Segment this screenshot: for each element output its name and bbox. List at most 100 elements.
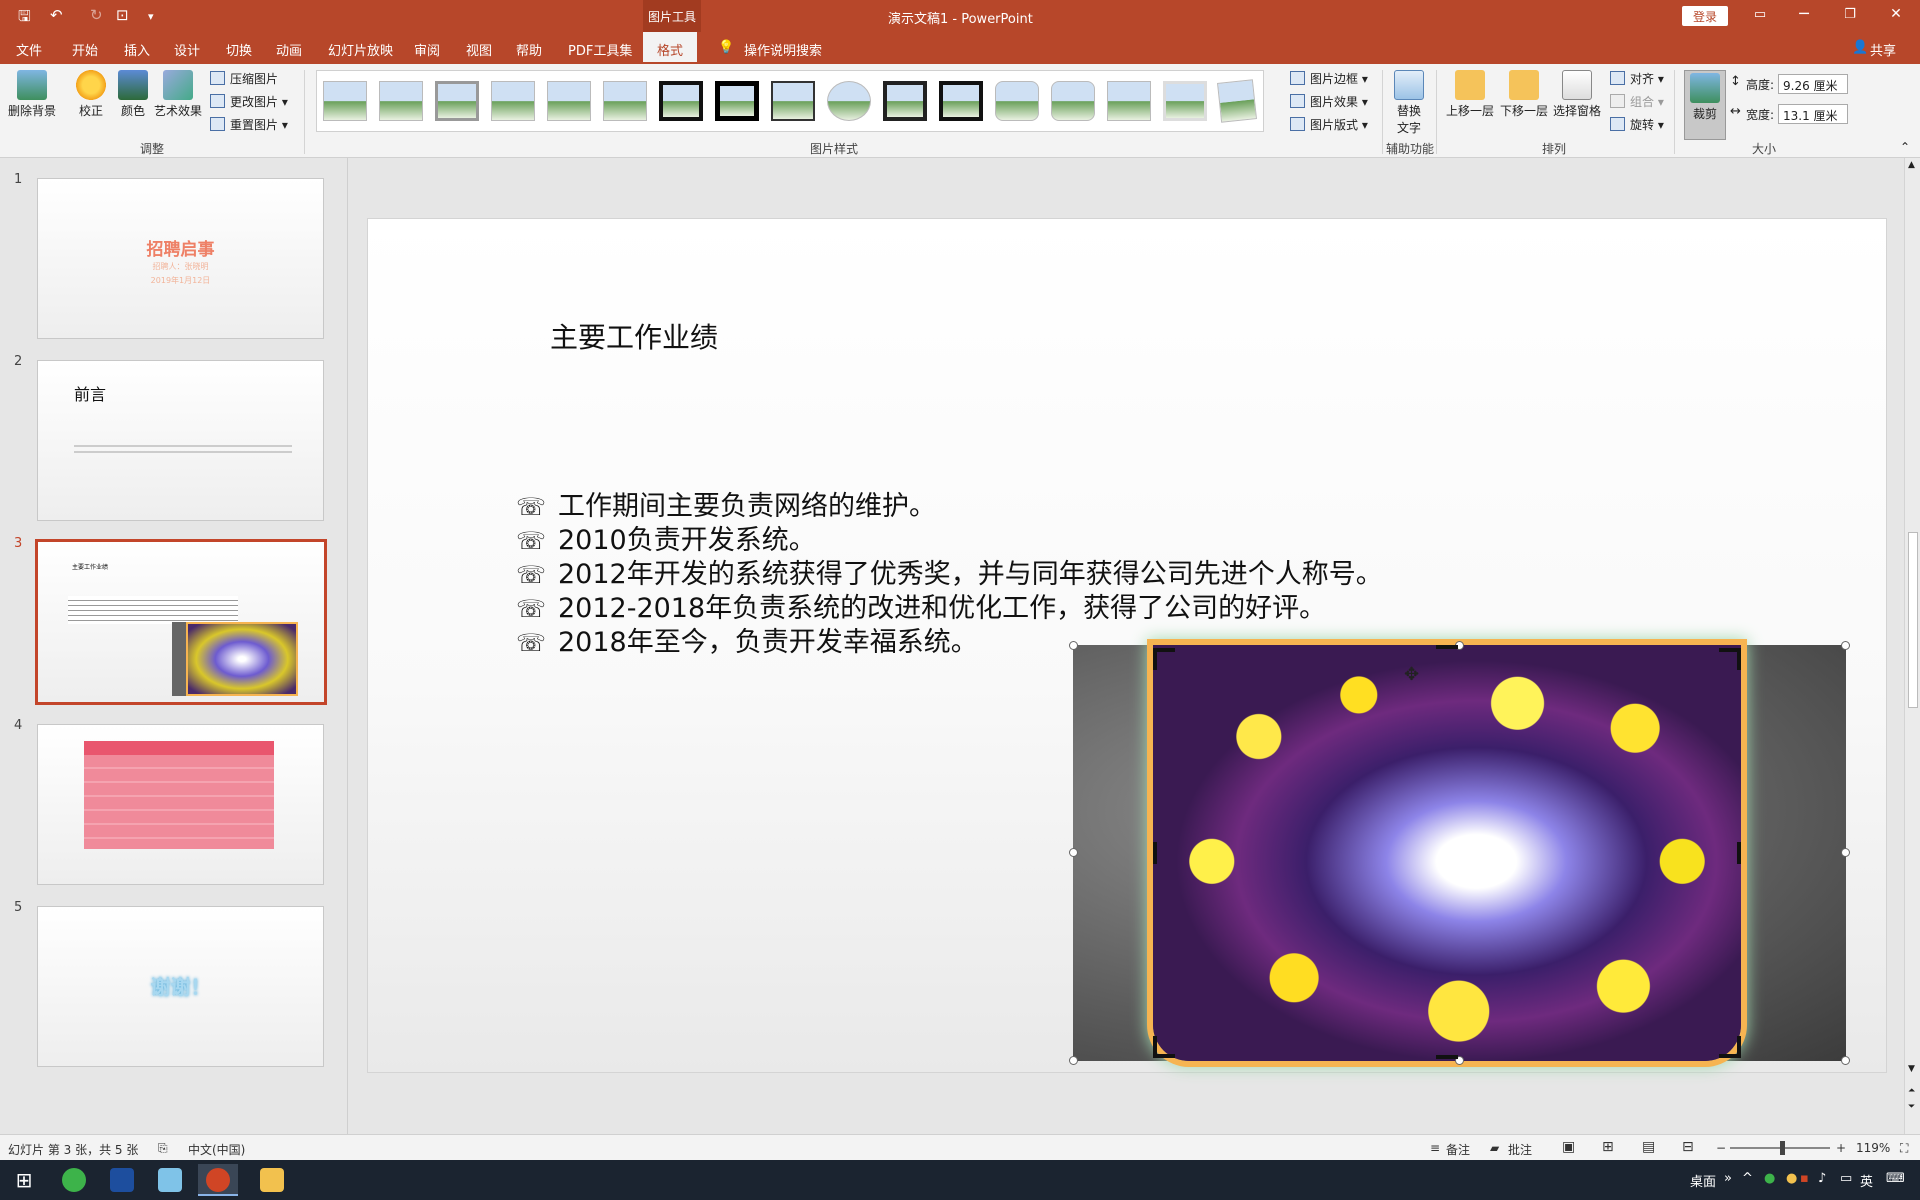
picture-layout-button[interactable]: 图片版式 ▾ xyxy=(1290,116,1368,133)
height-input[interactable]: 9.26 厘米 xyxy=(1778,74,1848,94)
tab-view[interactable]: 视图 xyxy=(466,40,492,59)
slide-thumbnail-5[interactable]: 谢谢！ xyxy=(37,906,324,1067)
crop-button[interactable]: 裁剪 xyxy=(1684,70,1726,140)
align-button[interactable]: 对齐 ▾ xyxy=(1610,70,1664,87)
bullet-item[interactable]: ☏ 2012-2018年负责系统的改进和优化工作，获得了公司的好评。 xyxy=(516,592,1383,626)
slide-thumbnail-3[interactable]: 主要工作业绩 xyxy=(35,539,327,705)
normal-view-icon[interactable]: ▣ xyxy=(1562,1139,1575,1155)
tray-app-icon[interactable]: ● xyxy=(1764,1171,1775,1186)
fit-to-window-icon[interactable]: ⛶ xyxy=(1900,1141,1908,1156)
bring-forward-button[interactable]: 上移一层 xyxy=(1446,70,1494,119)
tab-review[interactable]: 审阅 xyxy=(414,40,440,59)
taskbar-app-notepad[interactable] xyxy=(150,1164,190,1196)
ribbon-display-icon[interactable]: ▭ xyxy=(1740,7,1780,31)
rotate-button[interactable]: 旋转 ▾ xyxy=(1610,116,1664,133)
style-thumb[interactable] xyxy=(771,81,815,121)
tab-help[interactable]: 帮助 xyxy=(516,40,542,59)
remove-background-button[interactable]: 删除背景 xyxy=(8,70,56,119)
input-mode-icon[interactable]: ⌨ xyxy=(1886,1171,1905,1186)
style-thumb[interactable] xyxy=(715,81,759,121)
resize-handle[interactable] xyxy=(1069,848,1078,857)
zoom-in-icon[interactable]: + xyxy=(1836,1141,1846,1155)
style-thumb[interactable] xyxy=(379,81,423,121)
width-input[interactable]: 13.1 厘米 xyxy=(1778,104,1848,124)
style-thumb[interactable] xyxy=(883,81,927,121)
style-thumb[interactable] xyxy=(1107,81,1151,121)
tell-me-search[interactable]: 操作说明搜索 xyxy=(744,40,822,59)
crop-handle[interactable] xyxy=(1153,648,1175,670)
ime-indicator[interactable]: 英 xyxy=(1860,1171,1873,1190)
crop-handle[interactable] xyxy=(1719,1036,1741,1058)
change-picture-button[interactable]: 更改图片 ▾ xyxy=(210,93,288,110)
tab-format[interactable]: 格式 xyxy=(643,32,698,64)
picture-effects-button[interactable]: 图片效果 ▾ xyxy=(1290,93,1368,110)
style-thumb[interactable] xyxy=(827,81,871,121)
comments-button[interactable]: 批注 xyxy=(1508,1141,1532,1158)
artistic-effects-button[interactable]: 艺术效果 xyxy=(154,70,202,119)
crop-handle[interactable] xyxy=(1436,1055,1458,1059)
alt-text-button[interactable]: 替换 文字 xyxy=(1394,70,1424,136)
minimize-button[interactable]: ─ xyxy=(1784,4,1824,28)
previous-slide-icon[interactable]: ⏶ xyxy=(1908,1086,1915,1096)
style-thumb[interactable] xyxy=(323,81,367,121)
slide-thumbnail-4[interactable] xyxy=(37,724,324,885)
scroll-up-icon[interactable]: ▲ xyxy=(1908,160,1915,170)
tray-app-icon[interactable]: ▪ xyxy=(1800,1171,1809,1186)
style-thumb[interactable] xyxy=(603,81,647,121)
undo-icon[interactable]: ↶ xyxy=(50,6,63,24)
group-button[interactable]: 组合 ▾ xyxy=(1610,93,1664,110)
customize-qat-icon[interactable]: ▾ xyxy=(148,10,154,23)
reset-picture-button[interactable]: 重置图片 ▾ xyxy=(210,116,288,133)
spellcheck-icon[interactable]: ⎘ xyxy=(158,1141,168,1156)
tab-file[interactable]: 文件 xyxy=(16,40,42,59)
share-button[interactable]: 共享 xyxy=(1870,40,1896,59)
resize-handle[interactable] xyxy=(1841,1056,1850,1065)
picture-border-button[interactable]: 图片边框 ▾ xyxy=(1290,70,1368,87)
tab-transitions[interactable]: 切换 xyxy=(226,40,252,59)
taskbar-app-video[interactable] xyxy=(102,1164,142,1196)
redo-icon[interactable]: ↻ xyxy=(90,6,103,24)
notes-button[interactable]: 备注 xyxy=(1446,1141,1470,1158)
next-slide-icon[interactable]: ⏷ xyxy=(1908,1102,1915,1112)
reading-view-icon[interactable]: ▤ xyxy=(1642,1139,1655,1155)
flower-picture[interactable] xyxy=(1153,645,1741,1061)
slide-thumbnail-2[interactable]: 前言 xyxy=(37,360,324,521)
tray-app-icon[interactable]: ● xyxy=(1786,1171,1797,1186)
taskbar-app-powerpoint[interactable] xyxy=(198,1164,238,1196)
style-thumb[interactable] xyxy=(995,81,1039,121)
toolbar-expand-icon[interactable]: » xyxy=(1724,1171,1732,1186)
login-button[interactable]: 登录 xyxy=(1682,6,1728,26)
vertical-scrollbar[interactable]: ▲ ▼ ⏶ ⏷ xyxy=(1904,158,1920,1134)
taskbar-app-browser[interactable] xyxy=(54,1164,94,1196)
color-button[interactable]: 颜色 xyxy=(118,70,148,119)
close-button[interactable]: ✕ xyxy=(1876,6,1916,30)
language-indicator[interactable]: 中文(中国) xyxy=(188,1141,245,1158)
scrollbar-thumb[interactable] xyxy=(1908,532,1918,708)
start-from-beginning-icon[interactable]: ⊡ xyxy=(116,6,129,24)
style-thumb[interactable] xyxy=(1051,81,1095,121)
selection-pane-button[interactable]: 选择窗格 xyxy=(1553,70,1601,119)
style-thumb[interactable] xyxy=(547,81,591,121)
compress-pictures-button[interactable]: 压缩图片 xyxy=(210,70,278,87)
taskbar-app-explorer[interactable] xyxy=(252,1164,292,1196)
restore-button[interactable]: ❐ xyxy=(1830,7,1870,31)
slide-sorter-icon[interactable]: ⊞ xyxy=(1602,1139,1614,1155)
tab-animations[interactable]: 动画 xyxy=(276,40,302,59)
zoom-level[interactable]: 119% xyxy=(1856,1141,1890,1155)
corrections-button[interactable]: 校正 xyxy=(76,70,106,119)
tab-design[interactable]: 设计 xyxy=(174,40,200,59)
desktop-toolbar[interactable]: 桌面 xyxy=(1690,1171,1716,1190)
network-icon[interactable]: ▭ xyxy=(1840,1171,1852,1186)
style-thumb[interactable] xyxy=(491,81,535,121)
tab-slideshow[interactable]: 幻灯片放映 xyxy=(328,40,393,59)
style-thumb[interactable] xyxy=(1163,81,1207,121)
tab-home[interactable]: 开始 xyxy=(72,40,98,59)
crop-handle[interactable] xyxy=(1153,1036,1175,1058)
crop-handle[interactable] xyxy=(1737,842,1741,864)
collapse-ribbon-icon[interactable]: ⌃ xyxy=(1900,140,1910,154)
tab-insert[interactable]: 插入 xyxy=(124,40,150,59)
bullet-item[interactable]: ☏ 2012年开发的系统获得了优秀奖，并与同年获得公司先进个人称号。 xyxy=(516,558,1383,592)
style-thumb[interactable] xyxy=(1217,79,1257,123)
style-thumb[interactable] xyxy=(435,81,479,121)
crop-handle[interactable] xyxy=(1153,842,1157,864)
